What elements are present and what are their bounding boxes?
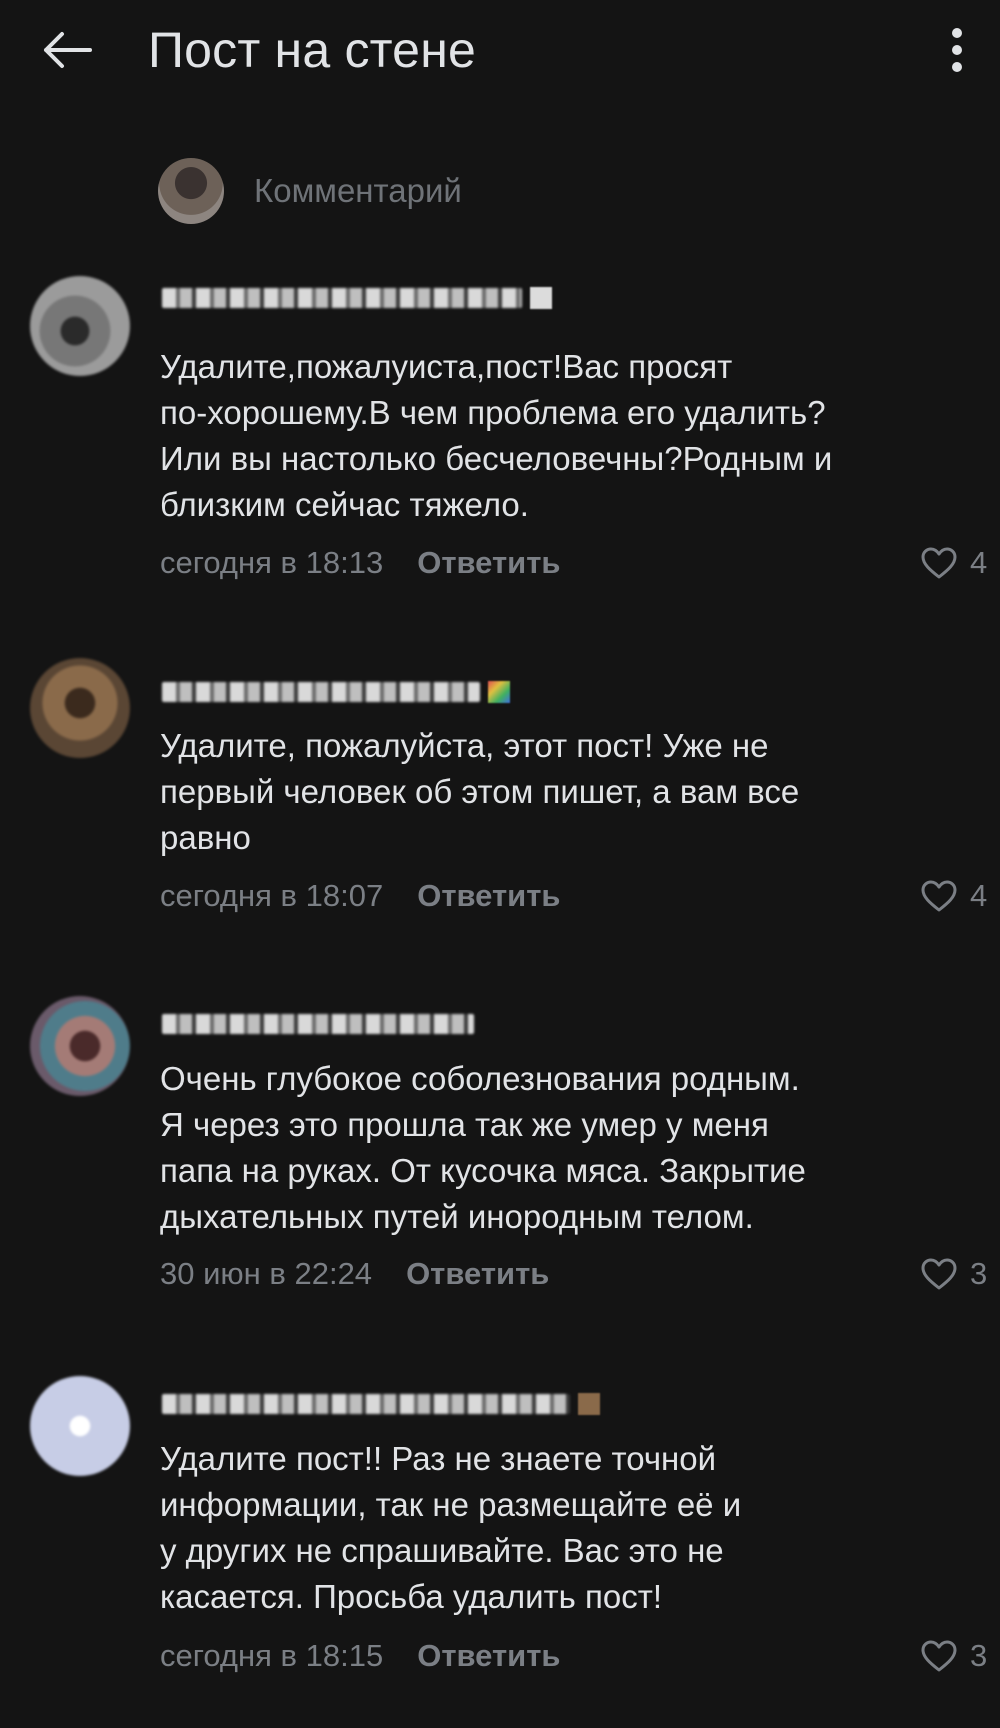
like-button[interactable]: 4 [920, 876, 987, 916]
like-count: 3 [970, 1256, 988, 1291]
comment-meta: сегодня в 18:13 Ответить [160, 543, 560, 583]
like-count: 3 [970, 1638, 988, 1673]
avatar[interactable] [30, 1376, 130, 1476]
like-button[interactable]: 3 [920, 1254, 987, 1294]
comment-text: Удалите пост!! Раз не знаете точной инфо… [160, 1440, 742, 1615]
page-title: Пост на стене [148, 22, 477, 78]
reply-button[interactable]: Ответить [406, 1256, 549, 1292]
reply-button[interactable]: Ответить [417, 545, 560, 581]
badge-icon [488, 681, 510, 703]
like-button[interactable]: 4 [920, 543, 987, 583]
current-user-avatar [158, 158, 224, 224]
heart-icon [921, 880, 957, 912]
avatar[interactable] [30, 276, 130, 376]
arrow-left-icon [44, 32, 92, 68]
badge-icon [578, 1393, 600, 1415]
heart-icon [921, 1258, 957, 1290]
like-count: 4 [970, 878, 988, 913]
comment-time: сегодня в 18:13 [160, 545, 384, 580]
heart-icon [921, 1640, 957, 1672]
comment-time: сегодня в 18:07 [160, 878, 384, 913]
back-button[interactable] [36, 22, 96, 78]
comment-time: 30 июн в 22:24 [160, 1256, 373, 1291]
comment-composer [158, 156, 774, 226]
reply-button[interactable]: Ответить [417, 878, 560, 914]
like-count: 4 [970, 545, 988, 580]
comment-input[interactable] [254, 172, 774, 210]
more-options-button[interactable] [930, 18, 984, 82]
author-name[interactable] [162, 280, 552, 316]
comment-time: сегодня в 18:15 [160, 1638, 384, 1673]
heart-icon [921, 547, 957, 579]
comment-text: Очень глубокое соболезнования родным. Я … [160, 1060, 806, 1235]
author-name[interactable] [162, 1006, 474, 1042]
more-vertical-icon [952, 28, 962, 38]
comment-meta: сегодня в 18:15 Ответить [160, 1636, 560, 1676]
badge-icon [530, 287, 552, 309]
comment-meta: 30 июн в 22:24 Ответить [160, 1254, 549, 1294]
comment-text: Удалите,пожалуиста,пост!Вас просят по-хо… [160, 348, 833, 523]
comment-text: Удалите, пожалуйста, этот пост! Уже не п… [160, 727, 800, 856]
avatar[interactable] [30, 658, 130, 758]
reply-button[interactable]: Ответить [417, 1638, 560, 1674]
like-button[interactable]: 3 [920, 1636, 987, 1676]
author-name[interactable] [162, 674, 510, 710]
avatar[interactable] [30, 996, 130, 1096]
top-bar: Пост на стене [0, 0, 1000, 100]
author-name[interactable] [162, 1386, 600, 1422]
comment-meta: сегодня в 18:07 Ответить [160, 876, 560, 916]
